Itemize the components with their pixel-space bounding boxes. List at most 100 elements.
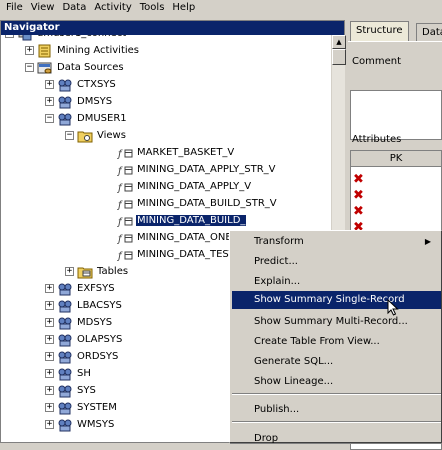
connection-icon bbox=[17, 35, 33, 41]
scroll-up-button[interactable]: ▲ bbox=[332, 35, 346, 49]
tree-node[interactable]: + DMSYS bbox=[45, 93, 113, 110]
tree-node-label: DMUSER1 bbox=[77, 113, 127, 124]
show-summary-multi-record-menu-item[interactable]: Show Summary Multi-Record... bbox=[232, 313, 441, 331]
schema-icon bbox=[57, 282, 73, 296]
tree-node[interactable]: ƒ MINING_DATA_ONE_C bbox=[105, 229, 245, 246]
navigator-title: Navigator bbox=[1, 21, 344, 35]
expand-icon[interactable]: + bbox=[45, 403, 54, 412]
show-summary-single-record-menu-item[interactable]: Show Summary Single-Record bbox=[232, 291, 441, 309]
tree-node-label: EXFSYS bbox=[77, 283, 115, 294]
svg-text:ƒ: ƒ bbox=[117, 149, 123, 160]
tree-node-label: Data Sources bbox=[57, 62, 124, 73]
tree-node[interactable]: + CTXSYS bbox=[45, 76, 117, 93]
schema-icon bbox=[57, 112, 73, 126]
tree-node[interactable]: + Mining Activities bbox=[25, 42, 140, 59]
scroll-thumb[interactable] bbox=[332, 49, 346, 65]
tree-node[interactable]: ƒ MINING_DATA_APPLY_STR_V bbox=[105, 161, 277, 178]
tab-data[interactable]: Data bbox=[416, 23, 442, 41]
svg-text:ƒ: ƒ bbox=[117, 234, 123, 245]
menu-tools[interactable]: Tools bbox=[136, 0, 169, 15]
tree-node[interactable]: + SYS bbox=[45, 382, 97, 399]
comment-field[interactable] bbox=[350, 90, 442, 140]
tree-node-label: SH bbox=[77, 368, 91, 379]
tree-node[interactable]: − dmuser1_connect bbox=[5, 35, 127, 42]
view-icon: ƒ bbox=[117, 146, 133, 160]
tree-node[interactable]: + SYSTEM bbox=[45, 399, 118, 416]
tree-node[interactable]: − DMUSER1 bbox=[45, 110, 128, 127]
tree-node[interactable]: + LBACSYS bbox=[45, 297, 123, 314]
create-table-from-view-menu-item[interactable]: Create Table From View... bbox=[232, 333, 441, 351]
expand-icon[interactable]: + bbox=[45, 352, 54, 361]
view-icon: ƒ bbox=[117, 214, 133, 228]
expand-icon[interactable]: + bbox=[45, 80, 54, 89]
expand-icon[interactable]: + bbox=[45, 335, 54, 344]
tab-structure[interactable]: Structure bbox=[350, 21, 409, 41]
explain-menu-item[interactable]: Explain... bbox=[232, 273, 441, 291]
tree-node[interactable]: + ORDSYS bbox=[45, 348, 119, 365]
mouse-cursor-icon bbox=[387, 299, 399, 316]
view-icon: ƒ bbox=[117, 163, 133, 177]
svg-text:ƒ: ƒ bbox=[117, 166, 123, 177]
tree-node-label: DMSYS bbox=[77, 96, 113, 107]
views-folder-icon bbox=[77, 129, 93, 143]
transform-menu-item[interactable]: Transform ▶ bbox=[232, 233, 441, 251]
tree-node-label: Mining Activities bbox=[57, 45, 140, 56]
tree-node-label: WMSYS bbox=[77, 419, 115, 430]
tree-node[interactable]: ƒ MINING_DATA_TEST_V bbox=[105, 246, 248, 263]
generate-sql-menu-item[interactable]: Generate SQL... bbox=[232, 353, 441, 371]
drop-menu-item[interactable]: Drop bbox=[232, 430, 441, 448]
expand-icon[interactable]: + bbox=[45, 97, 54, 106]
tree-node[interactable]: + WMSYS bbox=[45, 416, 115, 433]
menu-file[interactable]: File bbox=[2, 0, 27, 15]
show-lineage-menu-item[interactable]: Show Lineage... bbox=[232, 373, 441, 391]
menu-activity[interactable]: Activity bbox=[90, 0, 135, 15]
tree-node[interactable]: ƒ MARKET_BASKET_V bbox=[105, 144, 235, 161]
expand-icon[interactable]: + bbox=[45, 369, 54, 378]
expand-icon[interactable]: + bbox=[45, 318, 54, 327]
tree-node[interactable]: + Tables bbox=[65, 263, 129, 280]
svg-text:ƒ: ƒ bbox=[117, 183, 123, 194]
tree-node[interactable]: − Views bbox=[65, 127, 127, 144]
tree-node-label: SYS bbox=[77, 385, 96, 396]
tree-node[interactable]: − Data Sources bbox=[25, 59, 125, 76]
expand-icon[interactable]: + bbox=[45, 284, 54, 293]
attributes-label: Attributes bbox=[352, 134, 402, 145]
tree-node-label: OLAPSYS bbox=[77, 334, 123, 345]
tree-node[interactable]: ƒ MINING_DATA_BUILD_ bbox=[105, 212, 248, 229]
tree-node[interactable]: + OLAPSYS bbox=[45, 331, 123, 348]
expand-icon[interactable]: + bbox=[65, 267, 74, 276]
expand-icon[interactable]: + bbox=[45, 301, 54, 310]
tree-node-label: MINING_DATA_APPLY_STR_V bbox=[137, 164, 276, 175]
tree-node[interactable]: + EXFSYS bbox=[45, 280, 116, 297]
schema-icon bbox=[57, 418, 73, 432]
pk-column-header[interactable]: PK bbox=[351, 151, 441, 167]
expand-icon[interactable]: + bbox=[45, 420, 54, 429]
publish-menu-item[interactable]: Publish... bbox=[232, 401, 441, 419]
schema-icon bbox=[57, 95, 73, 109]
tree-node[interactable]: + MDSYS bbox=[45, 314, 113, 331]
tree-node[interactable]: ƒ MINING_DATA_APPLY_V bbox=[105, 178, 252, 195]
tree-node-label: MINING_DATA_APPLY_V bbox=[137, 181, 252, 192]
menu-view[interactable]: View bbox=[27, 0, 59, 15]
expand-icon[interactable]: + bbox=[25, 46, 34, 55]
collapse-icon[interactable]: − bbox=[25, 63, 34, 72]
schema-icon bbox=[57, 333, 73, 347]
schema-icon bbox=[57, 401, 73, 415]
expand-icon[interactable]: + bbox=[45, 386, 54, 395]
collapse-icon[interactable]: − bbox=[65, 131, 74, 140]
tree-node[interactable]: ƒ MINING_DATA_BUILD_STR_V bbox=[105, 195, 278, 212]
menu-data[interactable]: Data bbox=[58, 0, 90, 15]
menu-item-label: Drop bbox=[254, 433, 279, 444]
tree-node-label: Tables bbox=[97, 266, 129, 277]
menu-help[interactable]: Help bbox=[168, 0, 199, 15]
menu-item-label: Show Lineage... bbox=[254, 376, 334, 387]
collapse-icon[interactable]: − bbox=[45, 114, 54, 123]
tree-node[interactable]: + SH bbox=[45, 365, 92, 382]
tree-node-label: SYSTEM bbox=[77, 402, 117, 413]
menu-bar: File View Data Activity Tools Help bbox=[0, 0, 442, 15]
tree-node-label: LBACSYS bbox=[77, 300, 122, 311]
collapse-icon[interactable]: − bbox=[5, 35, 14, 38]
predict-menu-item[interactable]: Predict... bbox=[232, 253, 441, 271]
mining-activities-icon bbox=[37, 44, 53, 58]
data-sources-icon bbox=[37, 61, 53, 75]
